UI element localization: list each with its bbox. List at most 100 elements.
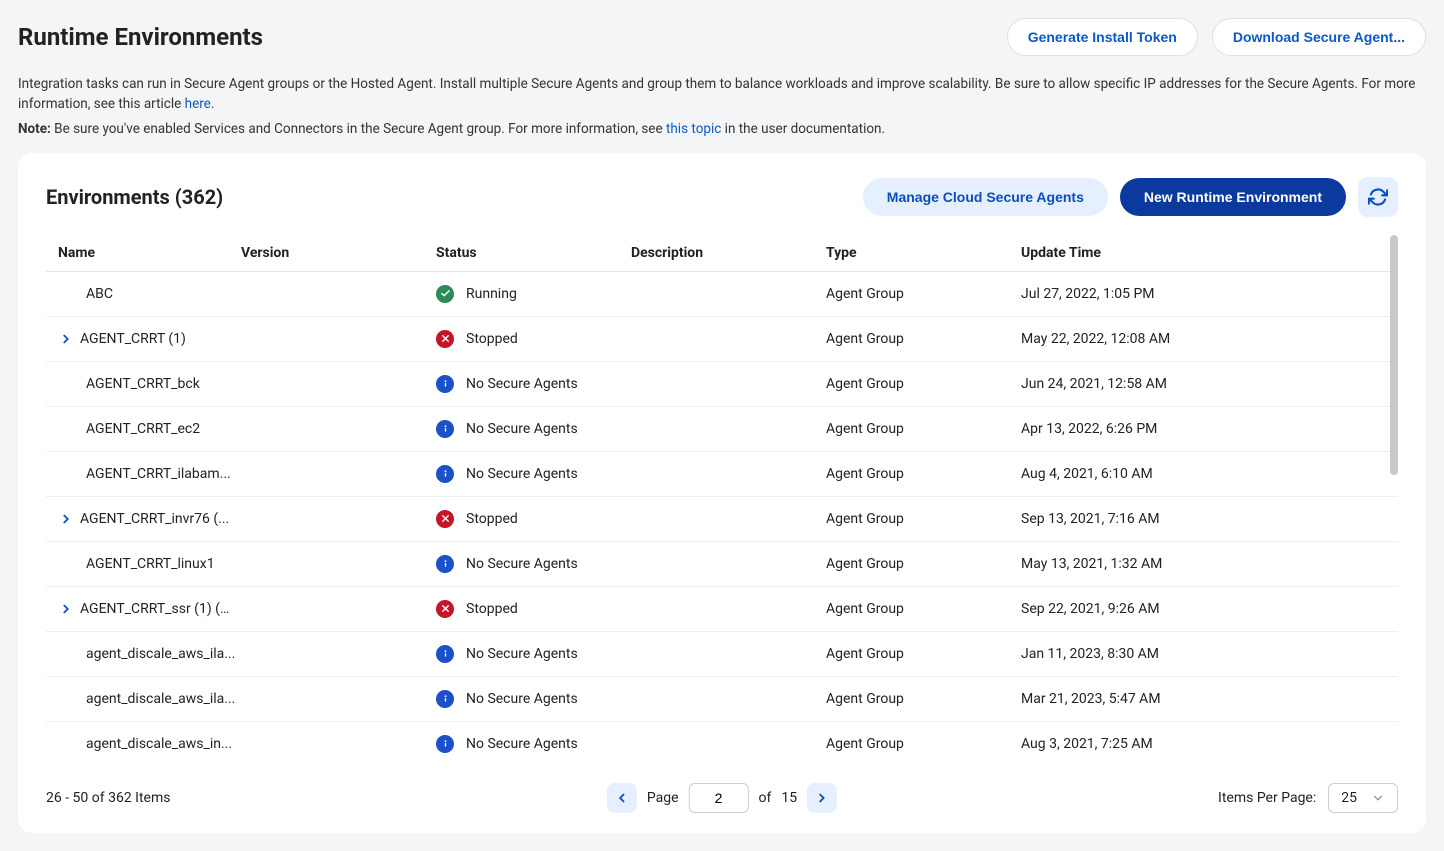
table-row[interactable]: agent_discale_aws_ila... No Secure Agents…	[46, 677, 1398, 722]
info-link-topic[interactable]: this topic	[666, 121, 721, 137]
row-time: Mar 21, 2023, 5:47 AM	[1021, 691, 1398, 707]
info-text-1-post: .	[211, 96, 215, 112]
stopped-status-icon	[436, 510, 454, 528]
row-name: AGENT_CRRT_invr76 (...	[80, 511, 229, 527]
row-name: agent_discale_aws_ila...	[86, 691, 235, 707]
row-time: Apr 13, 2022, 6:26 PM	[1021, 421, 1398, 437]
col-status[interactable]: Status	[436, 245, 631, 261]
running-status-icon	[436, 285, 454, 303]
row-name: agent_discale_aws_ila...	[86, 646, 235, 662]
table-row[interactable]: AGENT_CRRT_ec2 No Secure Agents Agent Grou…	[46, 407, 1398, 452]
info-status-icon	[436, 375, 454, 393]
row-type: Agent Group	[826, 601, 1021, 617]
refresh-button[interactable]	[1358, 177, 1398, 217]
table-row[interactable]: AGENT_CRRT_bckNo Secure AgentsAgent Grou…	[46, 362, 1398, 407]
info-text-2-post: in the user documentation.	[721, 121, 885, 137]
row-time: Sep 13, 2021, 7:16 AM	[1021, 511, 1398, 527]
row-type: Agent Group	[826, 286, 1021, 302]
info-status-icon	[436, 735, 454, 753]
row-type: Agent Group	[826, 421, 1021, 437]
table-row[interactable]: agent_discale_aws_in... No Secure Agents A…	[46, 722, 1398, 763]
chevron-left-icon	[615, 791, 629, 805]
header-actions: Generate Install Token Download Secure A…	[1007, 18, 1426, 56]
row-name: agent_discale_aws_in...	[86, 736, 232, 752]
table-row[interactable]: AGENT_CRRT_ilabam... No Secure Agents Agen…	[46, 452, 1398, 497]
next-page-button[interactable]	[807, 783, 837, 813]
chevron-down-icon	[1371, 791, 1385, 805]
row-type: Agent Group	[826, 331, 1021, 347]
environments-card: Environments (362) Manage Cloud Secure A…	[18, 153, 1426, 833]
row-time: Sep 22, 2021, 9:26 AM	[1021, 601, 1398, 617]
page-input[interactable]	[689, 783, 749, 813]
table-row[interactable]: AGENT_CRRT_ssr (1) (... Stopped Agent Grou…	[46, 587, 1398, 632]
info-link-here[interactable]: here	[185, 96, 211, 112]
col-name[interactable]: Name	[46, 245, 241, 261]
scrollbar[interactable]	[1390, 235, 1398, 475]
total-pages: 15	[781, 790, 797, 806]
row-time: Aug 4, 2021, 6:10 AM	[1021, 466, 1398, 482]
col-version[interactable]: Version	[241, 245, 436, 261]
row-status: No Secure Agents	[466, 466, 578, 482]
info-status-icon	[436, 645, 454, 663]
per-page-select[interactable]: 25	[1328, 783, 1398, 813]
prev-page-button[interactable]	[607, 783, 637, 813]
row-time: May 13, 2021, 1:32 AM	[1021, 556, 1398, 572]
page-label: Page	[647, 790, 679, 806]
card-title: Environments (362)	[46, 185, 223, 209]
row-name: AGENT_CRRT_linux1	[86, 556, 215, 572]
row-name: AGENT_CRRT (1)	[80, 331, 186, 347]
download-secure-agent-button[interactable]: Download Secure Agent...	[1212, 18, 1426, 56]
row-time: Jun 24, 2021, 12:58 AM	[1021, 376, 1398, 392]
row-type: Agent Group	[826, 466, 1021, 482]
row-status: No Secure Agents	[466, 421, 578, 437]
expand-chevron-icon[interactable]	[58, 601, 74, 617]
refresh-icon	[1368, 187, 1388, 207]
info-text-1: Integration tasks can run in Secure Agen…	[18, 74, 1426, 115]
row-time: Jul 27, 2022, 1:05 PM	[1021, 286, 1398, 302]
table-body: ABCRunningAgent GroupJul 27, 2022, 1:05 …	[46, 272, 1398, 763]
row-name: AGENT_CRRT_bck	[86, 376, 200, 392]
row-type: Agent Group	[826, 736, 1021, 752]
row-time: May 22, 2022, 12:08 AM	[1021, 331, 1398, 347]
new-runtime-environment-button[interactable]: New Runtime Environment	[1120, 178, 1346, 216]
info-status-icon	[436, 420, 454, 438]
row-type: Agent Group	[826, 691, 1021, 707]
stopped-status-icon	[436, 600, 454, 618]
table-row[interactable]: AGENT_CRRT_linux1 No Secure Agents Agent G…	[46, 542, 1398, 587]
row-name: AGENT_CRRT_ssr (1) (...	[80, 601, 230, 617]
page-title: Runtime Environments	[18, 23, 263, 51]
row-status: Stopped	[466, 511, 518, 527]
row-name: AGENT_CRRT_ilabam...	[86, 466, 231, 482]
info-status-icon	[436, 690, 454, 708]
row-type: Agent Group	[826, 646, 1021, 662]
per-page-value: 25	[1341, 790, 1357, 806]
row-type: Agent Group	[826, 511, 1021, 527]
stopped-status-icon	[436, 330, 454, 348]
chevron-right-icon	[815, 791, 829, 805]
row-status: No Secure Agents	[466, 556, 578, 572]
col-desc[interactable]: Description	[631, 245, 826, 261]
info-status-icon	[436, 555, 454, 573]
row-status: No Secure Agents	[466, 376, 578, 392]
pagination: Page of 15	[607, 783, 837, 813]
table-row[interactable]: agent_discale_aws_ila... No Secure Agents…	[46, 632, 1398, 677]
row-name: AGENT_CRRT_ec2	[86, 421, 200, 437]
row-status: Running	[466, 286, 517, 302]
info-text-1-pre: Integration tasks can run in Secure Agen…	[18, 76, 1415, 112]
expand-chevron-icon[interactable]	[58, 331, 74, 347]
col-type[interactable]: Type	[826, 245, 1021, 261]
expand-chevron-icon[interactable]	[58, 511, 74, 527]
row-status: Stopped	[466, 601, 518, 617]
generate-install-token-button[interactable]: Generate Install Token	[1007, 18, 1198, 56]
row-status: No Secure Agents	[466, 691, 578, 707]
per-page-label: Items Per Page:	[1218, 790, 1316, 806]
table-row[interactable]: ABC Running Agent GroupJul 27, 2022, 1:05 …	[46, 272, 1398, 317]
row-type: Agent Group	[826, 556, 1021, 572]
table-row[interactable]: AGENT_CRRT (1)StoppedAgent GroupMay 22, …	[46, 317, 1398, 362]
row-status: No Secure Agents	[466, 736, 578, 752]
manage-cloud-agents-button[interactable]: Manage Cloud Secure Agents	[863, 178, 1108, 216]
col-time[interactable]: Update Time	[1021, 245, 1398, 261]
row-name: ABC	[86, 286, 113, 302]
table-row[interactable]: AGENT_CRRT_invr76 (... Stopped Agent Group…	[46, 497, 1398, 542]
row-status: No Secure Agents	[466, 646, 578, 662]
